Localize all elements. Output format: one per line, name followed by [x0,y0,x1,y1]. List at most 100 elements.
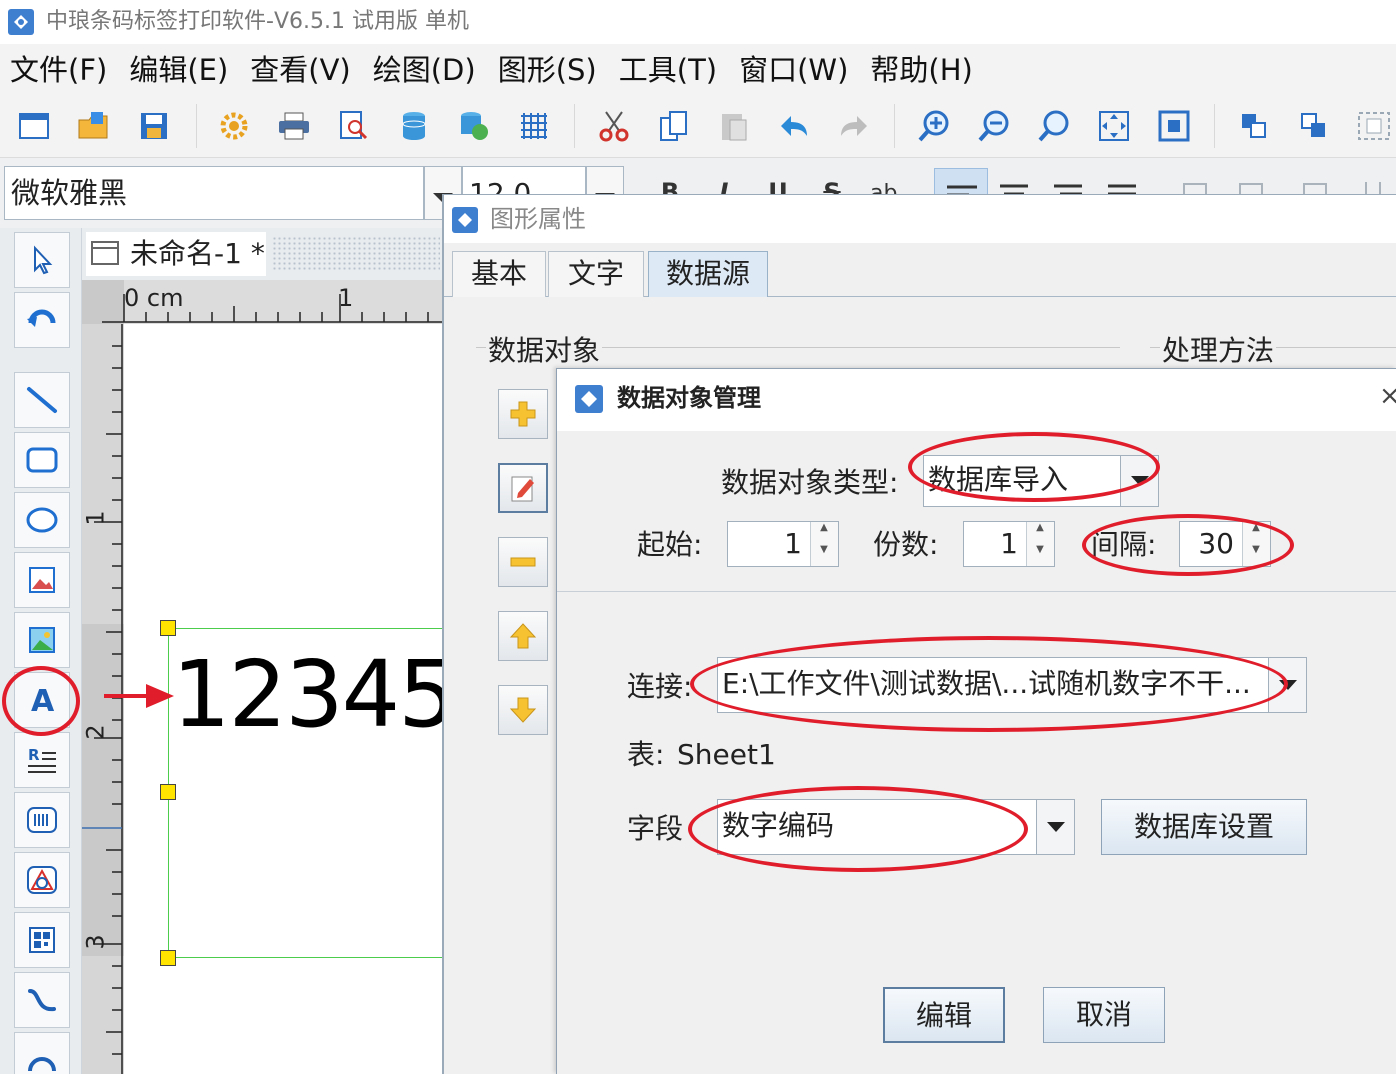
barcode-tool-icon[interactable] [14,792,70,848]
field-dropdown-button[interactable] [1036,800,1074,854]
select-pointer-icon[interactable] [14,232,70,288]
copies-spinner[interactable]: ▲ ▼ [1026,522,1054,566]
ruler-mark-v1: 1 [81,510,110,526]
canvas-text-content: 123456 [172,641,442,748]
close-icon[interactable]: × [1379,381,1396,411]
svg-text:R: R [28,746,40,764]
spin-down-icon[interactable]: ▼ [811,544,837,566]
data-object-management-title: 数据对象管理 [617,384,761,412]
move-down-button[interactable] [498,685,548,735]
font-family-value: 微软雅黑 [11,176,128,210]
shape-tool-icon[interactable] [14,852,70,908]
table-value: Sheet1 [677,738,776,771]
database-settings-button[interactable]: 数据库设置 [1101,799,1307,855]
add-data-object-button[interactable] [498,389,548,439]
rich-text-tool-icon[interactable]: R [14,732,70,788]
menu-shape[interactable]: 图形(S) [498,46,597,94]
menu-view[interactable]: 查看(V) [250,46,350,94]
move-up-button[interactable] [498,611,548,661]
new-icon[interactable] [14,106,54,146]
curve-tool-icon[interactable] [14,972,70,1028]
document-icon [91,241,119,265]
resize-handle-middle-left[interactable] [160,784,176,800]
cut-icon[interactable] [594,106,634,146]
annotation-circle-interval [1082,514,1294,576]
arrow-up-icon [509,623,537,649]
annotation-circle-connection [690,636,1288,732]
minus-icon [510,557,536,567]
process-group-label: 处理方法 [1160,329,1277,369]
spin-up-icon[interactable]: ▲ [1027,522,1053,544]
menu-draw[interactable]: 绘图(D) [373,46,476,94]
line-tool-icon[interactable] [14,372,70,428]
actual-size-icon[interactable] [1154,106,1194,146]
group-icon[interactable] [1354,106,1394,146]
copies-input[interactable]: 1 ▲ ▼ [963,521,1055,567]
image-tool-icon[interactable] [14,552,70,608]
document-tab-title: 未命名-1 * [130,237,265,270]
annotation-circle-field [688,786,1028,872]
zoom-in-icon[interactable] [914,106,954,146]
print-icon[interactable] [274,106,314,146]
settings-icon[interactable] [214,106,254,146]
send-backward-icon[interactable] [1294,106,1334,146]
font-family-select[interactable]: 微软雅黑 [4,166,424,220]
bring-forward-icon[interactable] [1234,106,1274,146]
edit-data-object-button[interactable] [498,463,548,513]
tab-datasource[interactable]: 数据源 [648,251,768,297]
tab-basic[interactable]: 基本 [452,251,546,297]
start-spinner[interactable]: ▲ ▼ [810,522,838,566]
ruler-mark-v3: 3 [81,934,110,950]
database-icon[interactable] [394,106,434,146]
tab-text[interactable]: 文字 [548,251,644,297]
resize-handle-top-left[interactable] [160,620,176,636]
qrcode-tool-icon[interactable] [14,912,70,968]
menu-bar: 文件(F) 编辑(E) 查看(V) 绘图(D) 图形(S) 工具(T) 窗口(W… [0,44,1396,96]
resize-handle-bottom-left[interactable] [160,950,176,966]
fit-page-icon[interactable] [1094,106,1134,146]
ruler-mark-v2: 2 [81,724,110,740]
app-logo-icon [6,7,36,37]
ellipse-tool-icon[interactable] [14,492,70,548]
annotation-circle-text-tool [2,666,80,736]
window-title: 中琅条码标签打印软件-V6.5.1 试用版 单机 [46,9,469,34]
remove-data-object-button[interactable] [498,537,548,587]
picture-tool-icon[interactable] [14,612,70,668]
dialog-logo-icon [450,205,480,235]
rotate-tool-icon[interactable] [14,292,70,348]
ruler-mark-1: 1 [338,284,354,312]
annotation-circle-type [908,432,1160,502]
section-divider [557,591,1396,592]
shape-properties-titlebar: 图形属性 [444,195,1396,243]
start-value: 1 [784,527,802,560]
edit-button[interactable]: 编辑 [883,987,1005,1043]
print-preview-icon[interactable] [334,106,374,146]
grid-icon[interactable] [514,106,554,146]
field-label: 字段 [627,812,684,845]
cancel-button[interactable]: 取消 [1043,987,1165,1043]
menu-tools[interactable]: 工具(T) [619,46,717,94]
paste-icon[interactable] [714,106,754,146]
menu-help[interactable]: 帮助(H) [870,46,972,94]
zoom-out-icon[interactable] [974,106,1014,146]
menu-window[interactable]: 窗口(W) [739,46,848,94]
copies-value: 1 [1000,527,1018,560]
rectangle-tool-icon[interactable] [14,432,70,488]
open-icon[interactable] [74,106,114,146]
spin-down-icon[interactable]: ▼ [1027,544,1053,566]
annotation-arrow-icon [104,684,174,708]
undo-icon[interactable] [774,106,814,146]
data-object-management-titlebar: 数据对象管理 × [557,369,1396,431]
database-settings-icon[interactable] [454,106,494,146]
connection-label: 连接: [627,670,693,703]
redo-icon[interactable] [834,106,874,146]
save-icon[interactable] [134,106,174,146]
zoom-icon[interactable] [1034,106,1074,146]
menu-file[interactable]: 文件(F) [10,46,107,94]
start-input[interactable]: 1 ▲ ▼ [727,521,839,567]
copy-icon[interactable] [654,106,694,146]
ruler-unit-label: 0 cm [124,284,184,312]
arc-tool-icon[interactable] [14,1032,70,1074]
menu-edit[interactable]: 编辑(E) [129,46,228,94]
spin-up-icon[interactable]: ▲ [811,522,837,544]
